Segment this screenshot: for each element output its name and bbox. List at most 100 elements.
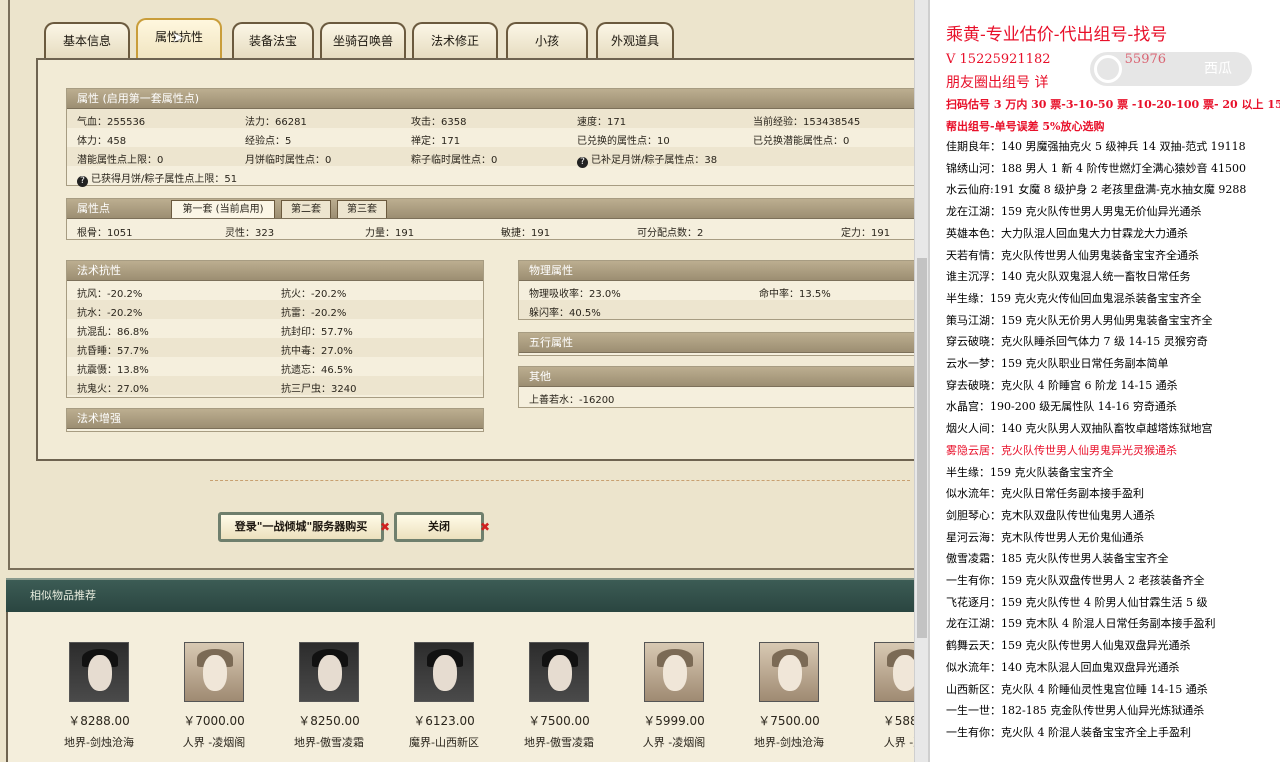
item-server: 人界 -凌烟阁: [182, 736, 246, 749]
listing-line: 龙在江湖：159 克木队 4 阶混人日常任务副本接手盈利: [946, 617, 1216, 631]
attr-value: 气血：255536: [77, 117, 146, 128]
character-avatar[interactable]: [184, 642, 244, 702]
item-price: ￥7500.00: [528, 714, 590, 728]
resist-cell: 抗水：-20.2%: [77, 308, 143, 319]
listing-line: 傲雪凌霜：185 克火队传世男人装备宝宝齐全: [946, 552, 1169, 566]
points-section: 属性点 第一套 (当前启用) 第二套 第三套 根骨：1051 灵性：323 力量：191…: [66, 198, 928, 240]
listing-line: 穿去破晓：克火队 4 阶睡宫 6 阶龙 14-15 通杀: [946, 378, 1178, 392]
listing-line: 佳期良年：140 男魔强抽克火 5 级神兵 14 双抽-范式 19118: [946, 140, 1246, 153]
item-server: 人界 -凌烟阁: [642, 736, 706, 749]
attr-value: 已获得月饼/粽子属性点上限：51: [91, 174, 238, 185]
friends-line: 朋友圈出组号 详: [946, 75, 1049, 91]
listing-line: 半生缘：159 克火克火传仙回血鬼混杀装备宝宝齐全: [946, 291, 1202, 305]
resist-cell: 抗鬼火：27.0%: [77, 384, 149, 395]
character-avatar[interactable]: [759, 642, 819, 702]
attr-cell: ? 已获得月饼/粽子属性点上限：51: [77, 170, 237, 187]
attr-value: 已兑换潜能属性点：0: [753, 136, 850, 147]
tab-2[interactable]: 装备法宝: [232, 22, 314, 58]
item-price: ￥7500.00: [758, 714, 820, 728]
attr-value: 潜能属性点上限：0: [77, 155, 164, 166]
similar-item[interactable]: ￥8288.00 地界-剑烛沧海: [44, 642, 154, 750]
tab-5[interactable]: 小孩: [506, 22, 588, 58]
physical-section: 物理属性 物理吸收率：23.0% 命中率：13.5% 躲闪率：40.5%: [518, 260, 928, 320]
similar-item[interactable]: ￥6123.00 魔界-山西新区: [389, 642, 499, 750]
similar-item[interactable]: ￥5999.00 人界 -凌烟阁: [619, 642, 729, 750]
attr-cell: 速度：171: [577, 113, 626, 128]
listing-line: 飞花逐月：159 克火队传世 4 阶男人仙甘霖生活 5 级: [946, 595, 1208, 609]
listing-line: 一生一世：182-185 克金队传世男人仙异光炼狱通杀: [946, 704, 1205, 718]
resist-cell: 抗中毒：27.0%: [281, 346, 353, 357]
points-subtab-0[interactable]: 第一套 (当前启用): [171, 200, 275, 218]
attr-cell: 攻击：6358: [411, 113, 466, 128]
attr-cell: 气血：255536: [77, 113, 145, 128]
points-cell: 敏捷：191: [501, 228, 551, 239]
listing-line: 一生有你：159 克火队双盘传世男人 2 老孩装备齐全: [946, 574, 1205, 587]
points-subtab-2[interactable]: 第三套: [337, 200, 387, 218]
tab-0[interactable]: 基本信息: [44, 22, 130, 58]
similar-item[interactable]: ￥7500.00 地界-剑烛沧海: [734, 642, 844, 750]
item-price: ￥5999.00: [643, 714, 705, 728]
item-price: ￥7000.00: [183, 714, 245, 728]
attr-cell: 体力：458: [77, 132, 126, 147]
item-price: ￥6123.00: [413, 714, 475, 728]
login-close-icon[interactable]: ✖: [380, 520, 390, 534]
points-cell: 根骨：1051: [77, 228, 133, 239]
left-pane: 基本信息 属性抗性 装备法宝 坐骑召唤兽 法术修正 小孩 外观道具 属性 (启用第一套属性点…: [0, 0, 928, 762]
login-buy-label: 登录"一战倾城"服务器购买: [234, 520, 368, 533]
points-cell: 定力：191: [841, 228, 891, 239]
attributes-section: 属性 (启用第一套属性点) 气血：255536 法力：66281 攻击：6358 速度…: [66, 88, 928, 187]
item-price: ￥8288.00: [68, 714, 130, 728]
attr-cell: 月饼临时属性点：0: [245, 151, 331, 166]
avatar-face: [433, 655, 457, 691]
avatar-face: [663, 655, 687, 691]
listing-line: 水晶宫：190-200 级无属性队 14-16 穷奇通杀: [946, 400, 1177, 414]
similar-item[interactable]: ￥8250.00 地界-傲雪凌霜: [274, 642, 384, 750]
character-avatar[interactable]: [644, 642, 704, 702]
character-avatar[interactable]: [299, 642, 359, 702]
similar-item[interactable]: ￥7000.00 人界 -凌烟阁: [159, 642, 269, 750]
listing-line: 策马江湖：159 克火队无价男人男仙男鬼装备宝宝齐全: [946, 313, 1213, 327]
attr-cell: 粽子临时属性点：0: [411, 151, 497, 166]
listing-line: 锦绣山河：188 男人 1 新 4 阶传世燃灯全满心猿妙音 41500: [946, 161, 1246, 175]
listing-line: 似水流年：140 克木队混人回血鬼双盘异光通杀: [946, 660, 1180, 674]
login-buy-button[interactable]: 登录"一战倾城"服务器购买: [218, 512, 384, 542]
wuxing-section-title: 五行属性: [519, 333, 928, 353]
character-avatar[interactable]: [69, 642, 129, 702]
right-title: 乘黄-专业估价-代出组号-找号: [946, 25, 1168, 45]
scrollbar-thumb[interactable]: [917, 258, 927, 638]
other-section-title: 其他: [519, 367, 928, 387]
attr-value: 速度：171: [577, 117, 627, 128]
tab-6[interactable]: 外观道具: [596, 22, 674, 58]
character-avatar[interactable]: [529, 642, 589, 702]
listing-line: 天若有情：克火队传世男人仙男鬼装备宝宝齐全通杀: [946, 248, 1199, 262]
points-cell: 灵性：323: [225, 228, 275, 239]
attr-value: 月饼临时属性点：0: [245, 155, 332, 166]
attributes-panel: 属性 (启用第一套属性点) 气血：255536 法力：66281 攻击：6358 速度…: [36, 58, 928, 461]
tab-3[interactable]: 坐骑召唤兽: [320, 22, 406, 58]
help-icon[interactable]: ?: [77, 176, 88, 187]
similar-item[interactable]: ￥7500.00 地界-傲雪凌霜: [504, 642, 614, 750]
tab-4[interactable]: 法术修正: [412, 22, 498, 58]
resist-cell: 抗昏睡：57.7%: [77, 346, 149, 357]
avatar-face: [203, 655, 227, 691]
listing-line: 山西新区：克火队 4 阶睡仙灵性鬼宫位睡 14-15 通杀: [946, 682, 1208, 696]
close-button[interactable]: 关闭: [394, 512, 484, 542]
wuxing-section: 五行属性: [518, 332, 928, 356]
attr-row-bg: [67, 147, 928, 166]
watermark-label: 西瓜: [1204, 61, 1232, 77]
close-x-icon[interactable]: ✖: [480, 520, 490, 534]
item-server: 地界-傲雪凌霜: [524, 736, 594, 749]
enhance-section-title: 法术增强: [67, 409, 483, 429]
character-avatar[interactable]: [414, 642, 474, 702]
listing-line: 烟火人间：140 克火队男人双抽队畜牧卓越塔炼狱地宫: [946, 422, 1213, 436]
points-cell: 可分配点数：2: [637, 228, 704, 239]
attr-value: 体力：458: [77, 136, 127, 147]
help-icon[interactable]: ?: [577, 157, 588, 168]
attr-value: 已兑换的属性点：10: [577, 136, 670, 147]
listing-line: 一生有你：克火队 4 阶混人装备宝宝齐全上手盈利: [946, 725, 1191, 739]
enhance-section: 法术增强: [66, 408, 484, 432]
phone-number: V 15225921182: [946, 52, 1051, 67]
listing-line: 龙在江湖：159 克火队传世男人男鬼无价仙异光通杀: [946, 205, 1202, 219]
points-subtab-1[interactable]: 第二套: [281, 200, 331, 218]
scrollbar[interactable]: [914, 0, 928, 762]
